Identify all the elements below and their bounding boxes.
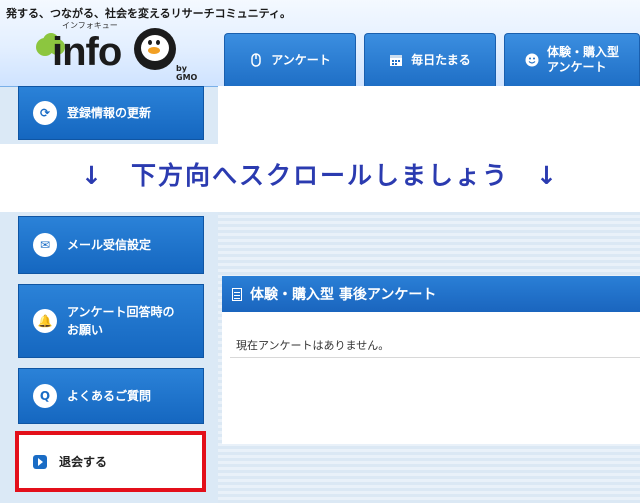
site-logo[interactable]: インフォキュー info by GMO	[30, 20, 200, 82]
experience-survey-panel	[222, 312, 640, 444]
sidebar-item-label: アンケート回答時の お願い	[67, 303, 175, 339]
smiley-icon	[525, 53, 539, 67]
sidebar-item-faq[interactable]: Q よくあるご質問	[18, 368, 204, 424]
question-icon: Q	[33, 384, 57, 408]
sidebar-item-label: よくあるご質問	[67, 389, 152, 403]
quit-membership-button[interactable]: 退会する	[15, 431, 206, 492]
bell-icon: 🔔	[33, 309, 57, 333]
owl-q-logo-icon	[134, 28, 176, 70]
main-top-area	[218, 86, 640, 144]
scroll-hint-text: ↓ 下方向へスクロールしましょう ↓	[81, 161, 559, 190]
tab-daily[interactable]: 毎日たまる	[364, 33, 496, 86]
calendar-icon	[390, 55, 403, 66]
mouse-icon	[251, 53, 261, 67]
tab-daily-label: 毎日たまる	[411, 52, 471, 67]
sidebar-item-update-profile[interactable]: ⟳ 登録情報の更新	[18, 86, 204, 140]
tab-experience-label-line1: 体験・購入型	[546, 45, 619, 59]
sidebar-item-label: メール受信設定	[67, 238, 152, 252]
tab-survey[interactable]: アンケート	[224, 33, 356, 86]
divider	[230, 357, 640, 358]
panel-title: 体験・購入型 事後アンケート	[250, 287, 437, 303]
mail-icon: ✉	[33, 233, 57, 257]
tab-experience-label-line2: アンケート	[546, 60, 607, 74]
sidebar-item-label-line2: お願い	[67, 323, 104, 337]
no-survey-message: 現在アンケートはありません。	[236, 339, 390, 352]
logo-text: info	[52, 30, 122, 74]
refresh-icon: ⟳	[33, 101, 57, 125]
sidebar-item-survey-requests[interactable]: 🔔 アンケート回答時の お願い	[18, 284, 204, 358]
tab-survey-label: アンケート	[271, 52, 331, 67]
document-icon	[232, 287, 242, 301]
site-header: 発する、つながる、社会を変えるリサーチコミュニティ。 インフォキュー info …	[0, 0, 640, 87]
sidebar-item-label: 登録情報の更新	[67, 106, 152, 120]
site-tagline: 発する、つながる、社会を変えるリサーチコミュニティ。	[6, 7, 292, 20]
sidebar-item-label-line1: アンケート回答時の	[67, 305, 175, 319]
tab-experience-label: 体験・購入型 アンケート	[547, 45, 619, 75]
logo-by-gmo: by GMO	[176, 64, 198, 82]
play-icon	[33, 454, 47, 469]
sidebar-item-mail-settings[interactable]: ✉ メール受信設定	[18, 216, 204, 274]
experience-survey-panel-header: 体験・購入型 事後アンケート	[222, 276, 640, 312]
tab-experience-survey[interactable]: 体験・購入型 アンケート	[504, 33, 640, 86]
quit-label: 退会する	[59, 455, 108, 469]
